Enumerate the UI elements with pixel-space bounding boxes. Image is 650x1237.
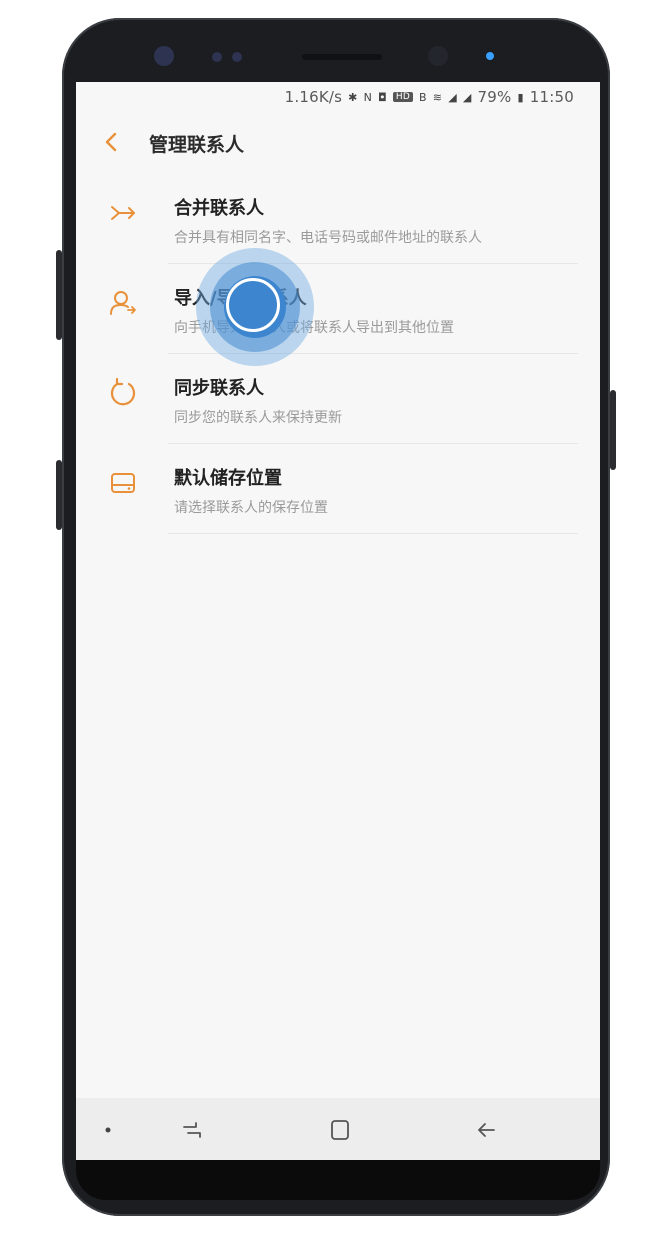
battery-icon: ▮	[517, 90, 524, 104]
volume-button	[56, 250, 62, 340]
list-item-merge[interactable]: 合并联系人 合并具有相同名字、电话号码或邮件地址的联系人	[76, 174, 600, 264]
divider	[168, 533, 578, 534]
status-bar: 1.16K/s ✱ N ◘ HD B ≋ ◢ ◢ 79% ▮ 11:50	[76, 82, 600, 112]
signal-icon: ◢	[462, 90, 472, 104]
back-icon[interactable]	[474, 1118, 498, 1142]
earpiece	[302, 54, 382, 60]
app-bar: 管理联系人	[76, 112, 600, 176]
battery-percent: 79%	[477, 88, 512, 106]
merge-icon	[111, 206, 135, 220]
import-export-icon	[110, 291, 136, 315]
item-subtitle: 同步您的联系人来保持更新	[174, 410, 342, 426]
list-item-import-export[interactable]: 导入/导出联系人 向手机导入联系人或将联系人导出到其他位置	[76, 264, 600, 354]
item-title: 同步联系人	[174, 378, 264, 399]
bixby-button	[56, 460, 62, 530]
page-title: 管理联系人	[149, 134, 245, 156]
network-speed: 1.16K/s	[284, 88, 343, 106]
navigation-bar	[76, 1098, 600, 1160]
nfc-icon: N	[363, 90, 373, 104]
item-title: 合并联系人	[174, 198, 264, 219]
dot-icon[interactable]	[100, 1118, 124, 1142]
storage-icon	[111, 473, 135, 493]
wifi-icon: ≋	[432, 90, 443, 104]
item-subtitle: 请选择联系人的保存位置	[174, 500, 328, 516]
vibrate-icon: ◘	[378, 90, 387, 104]
item-subtitle: 合并具有相同名字、电话号码或邮件地址的联系人	[174, 230, 482, 246]
sensor-icon	[212, 52, 222, 62]
sensor-icon	[154, 46, 174, 66]
item-title: 默认储存位置	[174, 468, 282, 489]
screen: 1.16K/s ✱ N ◘ HD B ≋ ◢ ◢ 79% ▮ 11:50 管理联…	[76, 82, 600, 1160]
data-icon: B	[419, 90, 427, 104]
sensor-icon	[232, 52, 242, 62]
touch-indicator	[196, 248, 314, 366]
led-icon	[486, 52, 494, 60]
front-camera-icon	[428, 46, 448, 66]
sync-icon	[110, 377, 136, 406]
touch-ring-white	[226, 278, 280, 332]
hd-icon: HD	[392, 92, 414, 102]
list-item-storage[interactable]: 默认储存位置 请选择联系人的保存位置	[76, 444, 600, 534]
clock: 11:50	[529, 88, 574, 106]
power-button	[610, 390, 616, 470]
back-arrow-icon[interactable]	[100, 130, 124, 154]
bottom-bezel	[76, 1160, 600, 1200]
recents-icon[interactable]	[180, 1118, 204, 1142]
home-icon[interactable]	[328, 1118, 352, 1142]
bluetooth-icon: ✱	[348, 90, 358, 104]
list-item-sync[interactable]: 同步联系人 同步您的联系人来保持更新	[76, 354, 600, 444]
signal-icon: ◢	[448, 90, 457, 104]
